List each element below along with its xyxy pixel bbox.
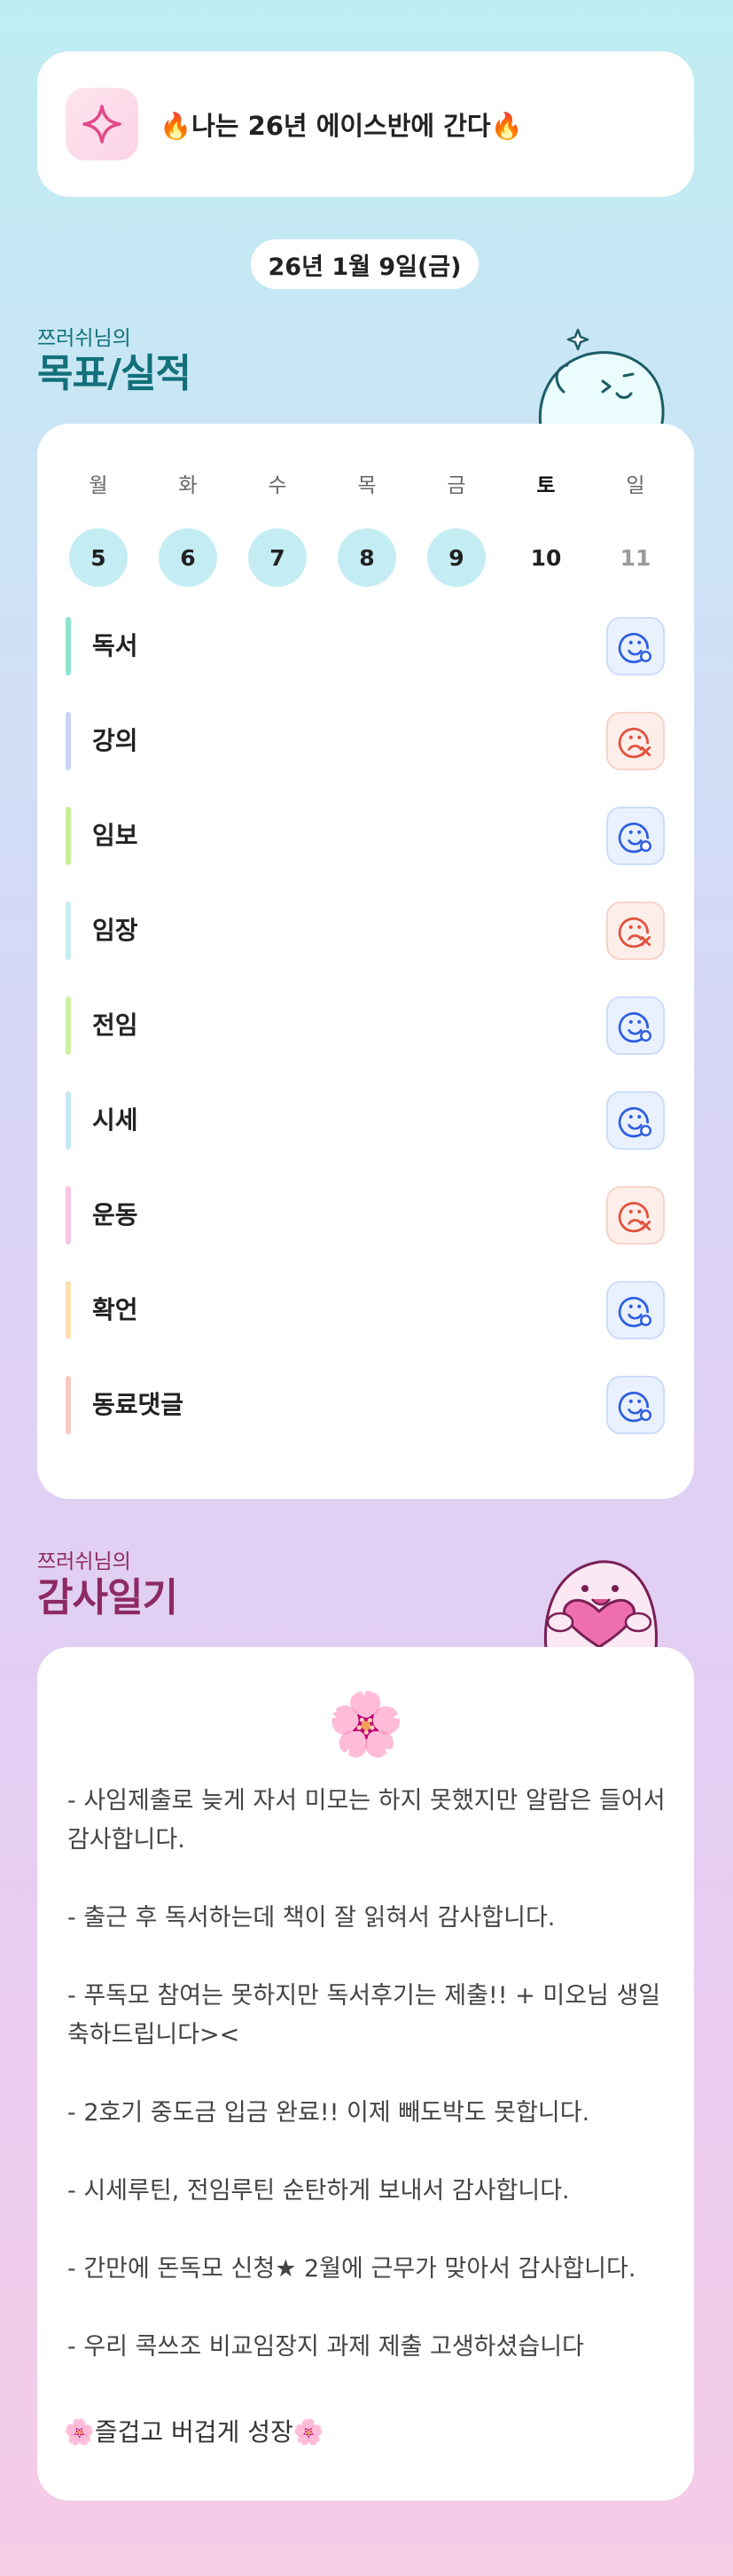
item-color-bar (66, 807, 71, 865)
item-label: 동료댓글 (92, 1390, 184, 1419)
day-name: 금 (447, 474, 466, 497)
goal-item[interactable]: 확언 (66, 1281, 665, 1339)
heart-mascot-icon (543, 1560, 658, 1649)
item-color-bar (66, 1281, 71, 1339)
day-name: 일 (626, 474, 645, 497)
day-name: 목 (357, 474, 377, 497)
records-card: 월 5 화 6 수 7 목 8 금 9 토 10 일 11 독서 강의 임보 임… (37, 424, 694, 1499)
day-number: 6 (159, 528, 217, 587)
status-face-icon[interactable] (606, 996, 665, 1055)
day-number: 5 (69, 528, 128, 587)
status-face-icon[interactable] (606, 617, 665, 675)
day-number: 9 (427, 528, 486, 587)
status-face-icon[interactable] (606, 1091, 665, 1150)
item-color-bar (66, 1186, 71, 1245)
day-number: 10 (530, 544, 562, 571)
status-face-icon[interactable] (606, 1376, 665, 1434)
day-name: 화 (178, 474, 198, 497)
day-fri[interactable]: 금 9 (425, 470, 487, 587)
goal-item[interactable]: 임장 (66, 902, 665, 960)
status-face-icon[interactable] (606, 1281, 665, 1339)
day-sat[interactable]: 토 10 (515, 470, 577, 587)
sparkle-icon (66, 88, 138, 160)
day-number: 7 (248, 528, 307, 587)
date-selector[interactable]: 26년 1월 9일(금) (251, 239, 479, 289)
goal-item[interactable]: 운동 (66, 1186, 665, 1245)
item-color-bar (66, 902, 71, 960)
day-tue[interactable]: 화 6 (157, 470, 219, 587)
status-face-icon[interactable] (606, 1186, 665, 1245)
item-label: 독서 (92, 631, 138, 660)
diary-title: 감사일기 (37, 1575, 178, 1620)
diary-card: 🌸 - 사임제출로 늦게 자서 미모는 하지 못했지만 알람은 들어서 감사합니… (37, 1647, 694, 2501)
item-label: 운동 (92, 1200, 138, 1229)
day-name: 월 (89, 474, 108, 497)
item-color-bar (66, 996, 71, 1055)
cherry-blossom-icon: 🌸 (327, 1688, 405, 1760)
day-name: 토 (536, 474, 556, 497)
goal-item[interactable]: 독서 (66, 617, 665, 675)
status-face-icon[interactable] (606, 807, 665, 865)
ghost-mascot-icon (538, 328, 665, 427)
item-label: 임장 (92, 916, 138, 945)
diary-closing: 🌸즐겁고 버겁게 성장🌸 (64, 2417, 324, 2447)
records-title: 목표/실적 (37, 351, 191, 396)
item-color-bar (66, 1091, 71, 1150)
goal-item[interactable]: 전임 (66, 996, 665, 1055)
item-color-bar (66, 617, 71, 675)
item-label: 강의 (92, 726, 138, 755)
diary-text: - 사임제출로 늦게 자서 미모는 하지 못했지만 알람은 들어서 감사합니다.… (67, 1787, 666, 2361)
week-calendar: 월 5 화 6 수 7 목 8 금 9 토 10 일 11 (67, 470, 667, 587)
item-label: 임보 (92, 821, 138, 850)
item-color-bar (66, 712, 71, 770)
day-number: 8 (338, 528, 396, 587)
goal-item[interactable]: 동료댓글 (66, 1376, 665, 1434)
goal-text: 🔥나는 26년 에이스반에 간다🔥 (160, 111, 523, 141)
goal-item[interactable]: 강의 (66, 712, 665, 770)
goal-item[interactable]: 시세 (66, 1091, 665, 1150)
goal-card: 🔥나는 26년 에이스반에 간다🔥 (37, 51, 694, 197)
goal-item[interactable]: 임보 (66, 807, 665, 865)
day-wed[interactable]: 수 7 (246, 470, 308, 587)
day-mon[interactable]: 월 5 (67, 470, 129, 587)
item-label: 전임 (92, 1011, 138, 1040)
day-sun[interactable]: 일 11 (604, 470, 667, 587)
day-number: 11 (620, 544, 651, 571)
status-face-icon[interactable] (606, 902, 665, 960)
item-label: 시세 (92, 1105, 138, 1135)
day-name: 수 (268, 474, 287, 497)
status-face-icon[interactable] (606, 712, 665, 770)
item-label: 확언 (92, 1295, 138, 1324)
day-thu[interactable]: 목 8 (336, 470, 398, 587)
item-color-bar (66, 1376, 71, 1434)
